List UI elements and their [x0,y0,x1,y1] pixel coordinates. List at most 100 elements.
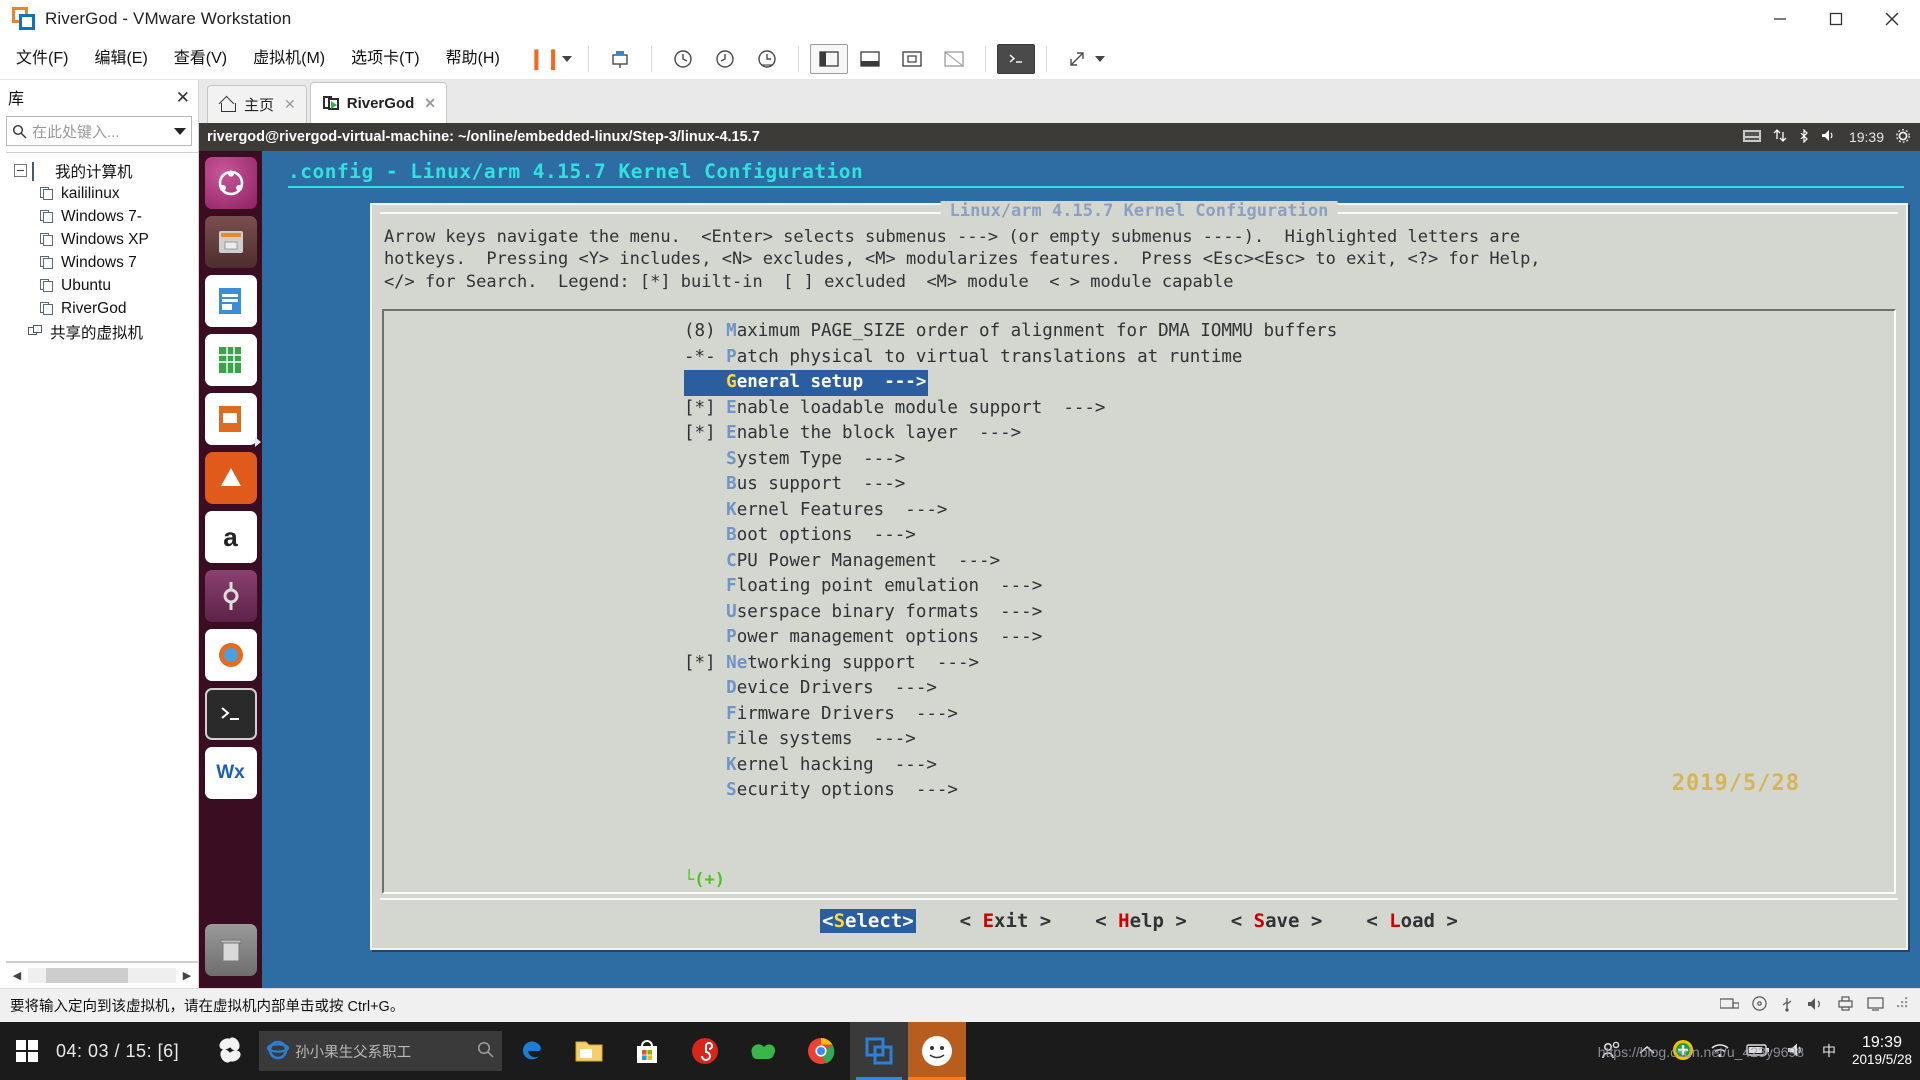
menu-item-3[interactable]: [*] Enable loadable module support ---> [384,396,1894,422]
tree-item-vm-4[interactable]: Ubuntu [40,274,198,297]
tree-item-vm-5[interactable]: RiverGod [40,297,198,320]
scroll-right-icon[interactable]: ▶ [176,964,198,988]
trash-icon[interactable] [204,924,257,976]
ubuntu-dash-icon[interactable] [204,157,257,209]
tab-rivergod[interactable]: RiverGod ✕ [309,82,447,123]
system-settings-icon[interactable] [204,570,257,622]
taskbar-edge-icon[interactable] [502,1022,560,1080]
firefox-icon[interactable] [204,629,257,681]
ime-indicator[interactable]: 中 [1822,1041,1836,1061]
save-button[interactable]: < Save > [1231,910,1323,932]
menu-item-4[interactable]: [*] Enable the block layer ---> [384,421,1894,447]
help-button[interactable]: < Help > [1095,910,1187,932]
menu-help[interactable]: 帮助(H) [436,38,510,80]
bluetooth-indicator-icon[interactable] [1799,128,1809,146]
libreoffice-impress-icon[interactable] [204,393,257,445]
network-adapter-icon[interactable] [1719,996,1740,1015]
cd-drive-icon[interactable] [1752,996,1767,1015]
menu-edit[interactable]: 编辑(E) [84,38,157,80]
network-indicator-icon[interactable] [1773,129,1787,145]
tree-item-vm-2[interactable]: Windows XP [40,228,198,251]
send-ctrl-alt-del-icon[interactable] [600,42,640,76]
terminal-icon[interactable] [204,688,257,740]
show-library-icon[interactable] [809,43,848,74]
taskbar-vmware-icon[interactable] [850,1022,909,1080]
display-icon[interactable] [1867,996,1884,1015]
close-button[interactable] [1864,0,1920,38]
tree-node-my-computer[interactable]: 我的计算机 [14,159,198,182]
menu-item-14[interactable]: Device Drivers ---> [384,676,1894,702]
select-button[interactable]: <Select> [820,909,916,933]
expand-collapse-icon[interactable] [14,164,27,177]
menu-item-1[interactable]: -*- Patch physical to virtual translatio… [384,345,1894,371]
stretch-dropdown-icon[interactable] [1094,55,1105,62]
clock-indicator[interactable]: 19:39 [1849,129,1884,145]
taskbar-microsoft-store-icon[interactable] [618,1022,676,1080]
console-view-icon[interactable] [996,43,1035,74]
libreoffice-calc-icon[interactable] [204,334,257,386]
menu-item-18[interactable]: Security options ---> [384,778,1894,804]
scroll-left-icon[interactable]: ◀ [6,964,28,988]
sound-card-icon[interactable] [1807,997,1824,1015]
menu-item-16[interactable]: File systems ---> [384,727,1894,753]
menu-item-6[interactable]: Bus support ---> [384,472,1894,498]
menu-tabs[interactable]: 选项卡(T) [341,38,429,80]
tree-item-vm-1[interactable]: Windows 7- [40,205,198,228]
library-horizontal-scrollbar[interactable]: ◀ ▶ [6,962,198,988]
libreoffice-writer-icon[interactable] [204,275,257,327]
taskbar-file-explorer-icon[interactable] [560,1022,618,1080]
search-icon[interactable] [477,1041,494,1061]
tab-home[interactable]: 主页 ✕ [207,85,307,123]
unity-mode-icon[interactable] [934,42,974,76]
session-indicator-icon[interactable] [1896,128,1910,146]
stretch-guest-icon[interactable] [1058,42,1098,76]
tab-close-icon[interactable]: ✕ [424,95,436,112]
exit-button[interactable]: < Exit > [960,910,1052,932]
tree-item-vm-0[interactable]: kaililinux [40,182,198,205]
menu-item-15[interactable]: Firmware Drivers ---> [384,702,1894,728]
usb-icon[interactable] [1780,996,1794,1016]
menu-item-2-selected[interactable]: General setup ---> [684,370,929,396]
library-search-box[interactable]: 在此处键入... [6,116,192,146]
menu-item-8[interactable]: Boot options ---> [384,523,1894,549]
menu-vm[interactable]: 虚拟机(M) [243,38,335,80]
menu-item-9[interactable]: CPU Power Management ---> [384,549,1894,575]
keyboard-indicator-icon[interactable] [1742,129,1761,145]
maximize-button[interactable] [1808,0,1864,38]
pause-dropdown-icon[interactable] [561,55,572,62]
files-icon[interactable] [204,216,257,268]
menu-item-10[interactable]: Floating point emulation ---> [384,574,1894,600]
start-button[interactable] [0,1022,54,1080]
guest-screen[interactable]: rivergod@rivergod-virtual-machine: ~/onl… [199,123,1920,988]
menu-item-11[interactable]: Userspace binary formats ---> [384,600,1894,626]
menuconfig-item-list[interactable]: (8) Maximum PAGE_SIZE order of alignment… [382,309,1896,894]
tree-node-shared-vms[interactable]: 共享的虚拟机 [28,320,198,343]
search-dropdown-icon[interactable] [174,127,186,135]
show-thumbnails-icon[interactable] [850,42,890,76]
wxhexeditor-icon[interactable]: Wx [204,747,257,799]
scrollbar-thumb[interactable] [46,968,128,983]
menu-item-17[interactable]: Kernel hacking ---> [384,753,1894,779]
menu-view[interactable]: 查看(V) [164,38,237,80]
taskbar-ucloud-icon[interactable] [734,1022,792,1080]
revert-snapshot-icon[interactable] [705,42,745,76]
snapshot-icon[interactable] [663,42,703,76]
library-close-icon[interactable]: ✕ [176,89,190,106]
menu-item-5[interactable]: System Type ---> [384,447,1894,473]
menu-item-12[interactable]: Power management options ---> [384,625,1894,651]
minimize-button[interactable] [1752,0,1808,38]
cortana-swirl-icon[interactable] [213,1033,247,1070]
resize-grip-icon[interactable] [1897,997,1910,1014]
snapshot-manager-icon[interactable] [747,42,787,76]
taskbar-chrome-icon[interactable] [792,1022,850,1080]
fullscreen-icon[interactable] [892,42,932,76]
pause-vm-icon[interactable]: ❙❙ [525,42,565,76]
tree-item-vm-3[interactable]: Windows 7 [40,251,198,274]
menu-item-7[interactable]: Kernel Features ---> [384,498,1894,524]
menu-item-13[interactable]: [*] Networking support ---> [384,651,1894,677]
volume-indicator-icon[interactable] [1821,129,1837,145]
load-button[interactable]: < Load > [1366,910,1458,932]
taskbar-search-box[interactable]: 孙小果生父系职工 [259,1031,503,1071]
software-center-icon[interactable] [204,452,257,504]
amazon-icon[interactable]: a [204,511,257,563]
